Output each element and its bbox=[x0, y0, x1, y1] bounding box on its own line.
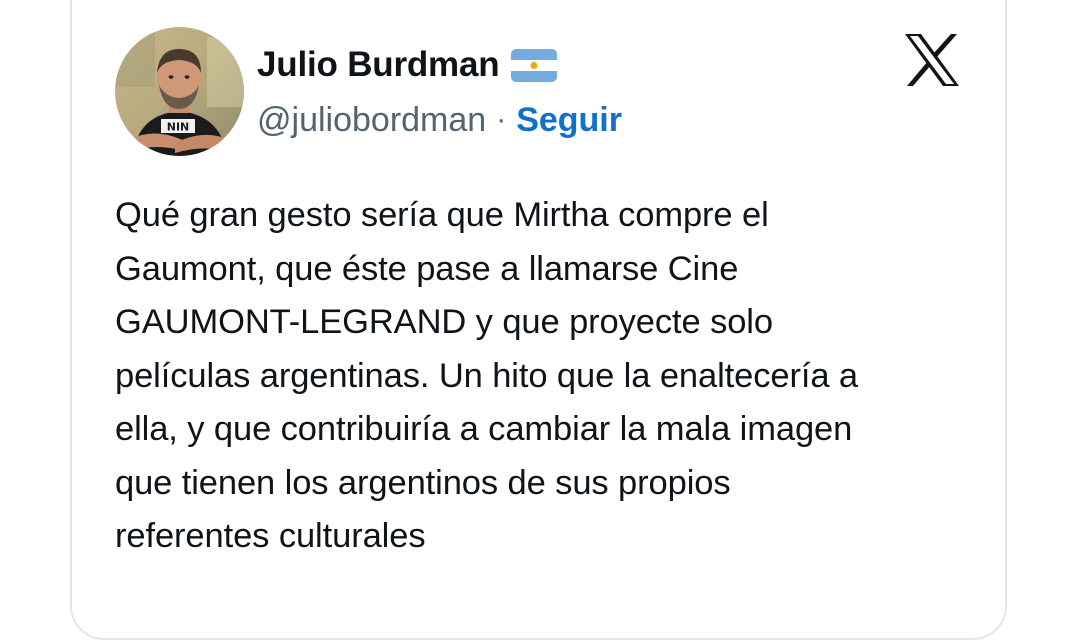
tweet-text: Qué gran gesto sería que Mirtha compre e… bbox=[115, 196, 858, 555]
author-display-name[interactable]: Julio Burdman bbox=[257, 45, 500, 85]
shirt-logo-text: NIN bbox=[167, 121, 190, 134]
follow-button[interactable]: Seguir bbox=[516, 101, 622, 140]
separator-dot: · bbox=[496, 103, 507, 136]
argentina-flag-icon bbox=[511, 48, 558, 82]
author-handle-row: @juliobordman · Seguir bbox=[257, 96, 622, 144]
author-name-row: Julio Burdman bbox=[257, 40, 558, 90]
x-logo-icon[interactable] bbox=[903, 32, 961, 88]
avatar[interactable]: NIN bbox=[115, 27, 244, 156]
author-handle[interactable]: @juliobordman bbox=[257, 101, 486, 140]
